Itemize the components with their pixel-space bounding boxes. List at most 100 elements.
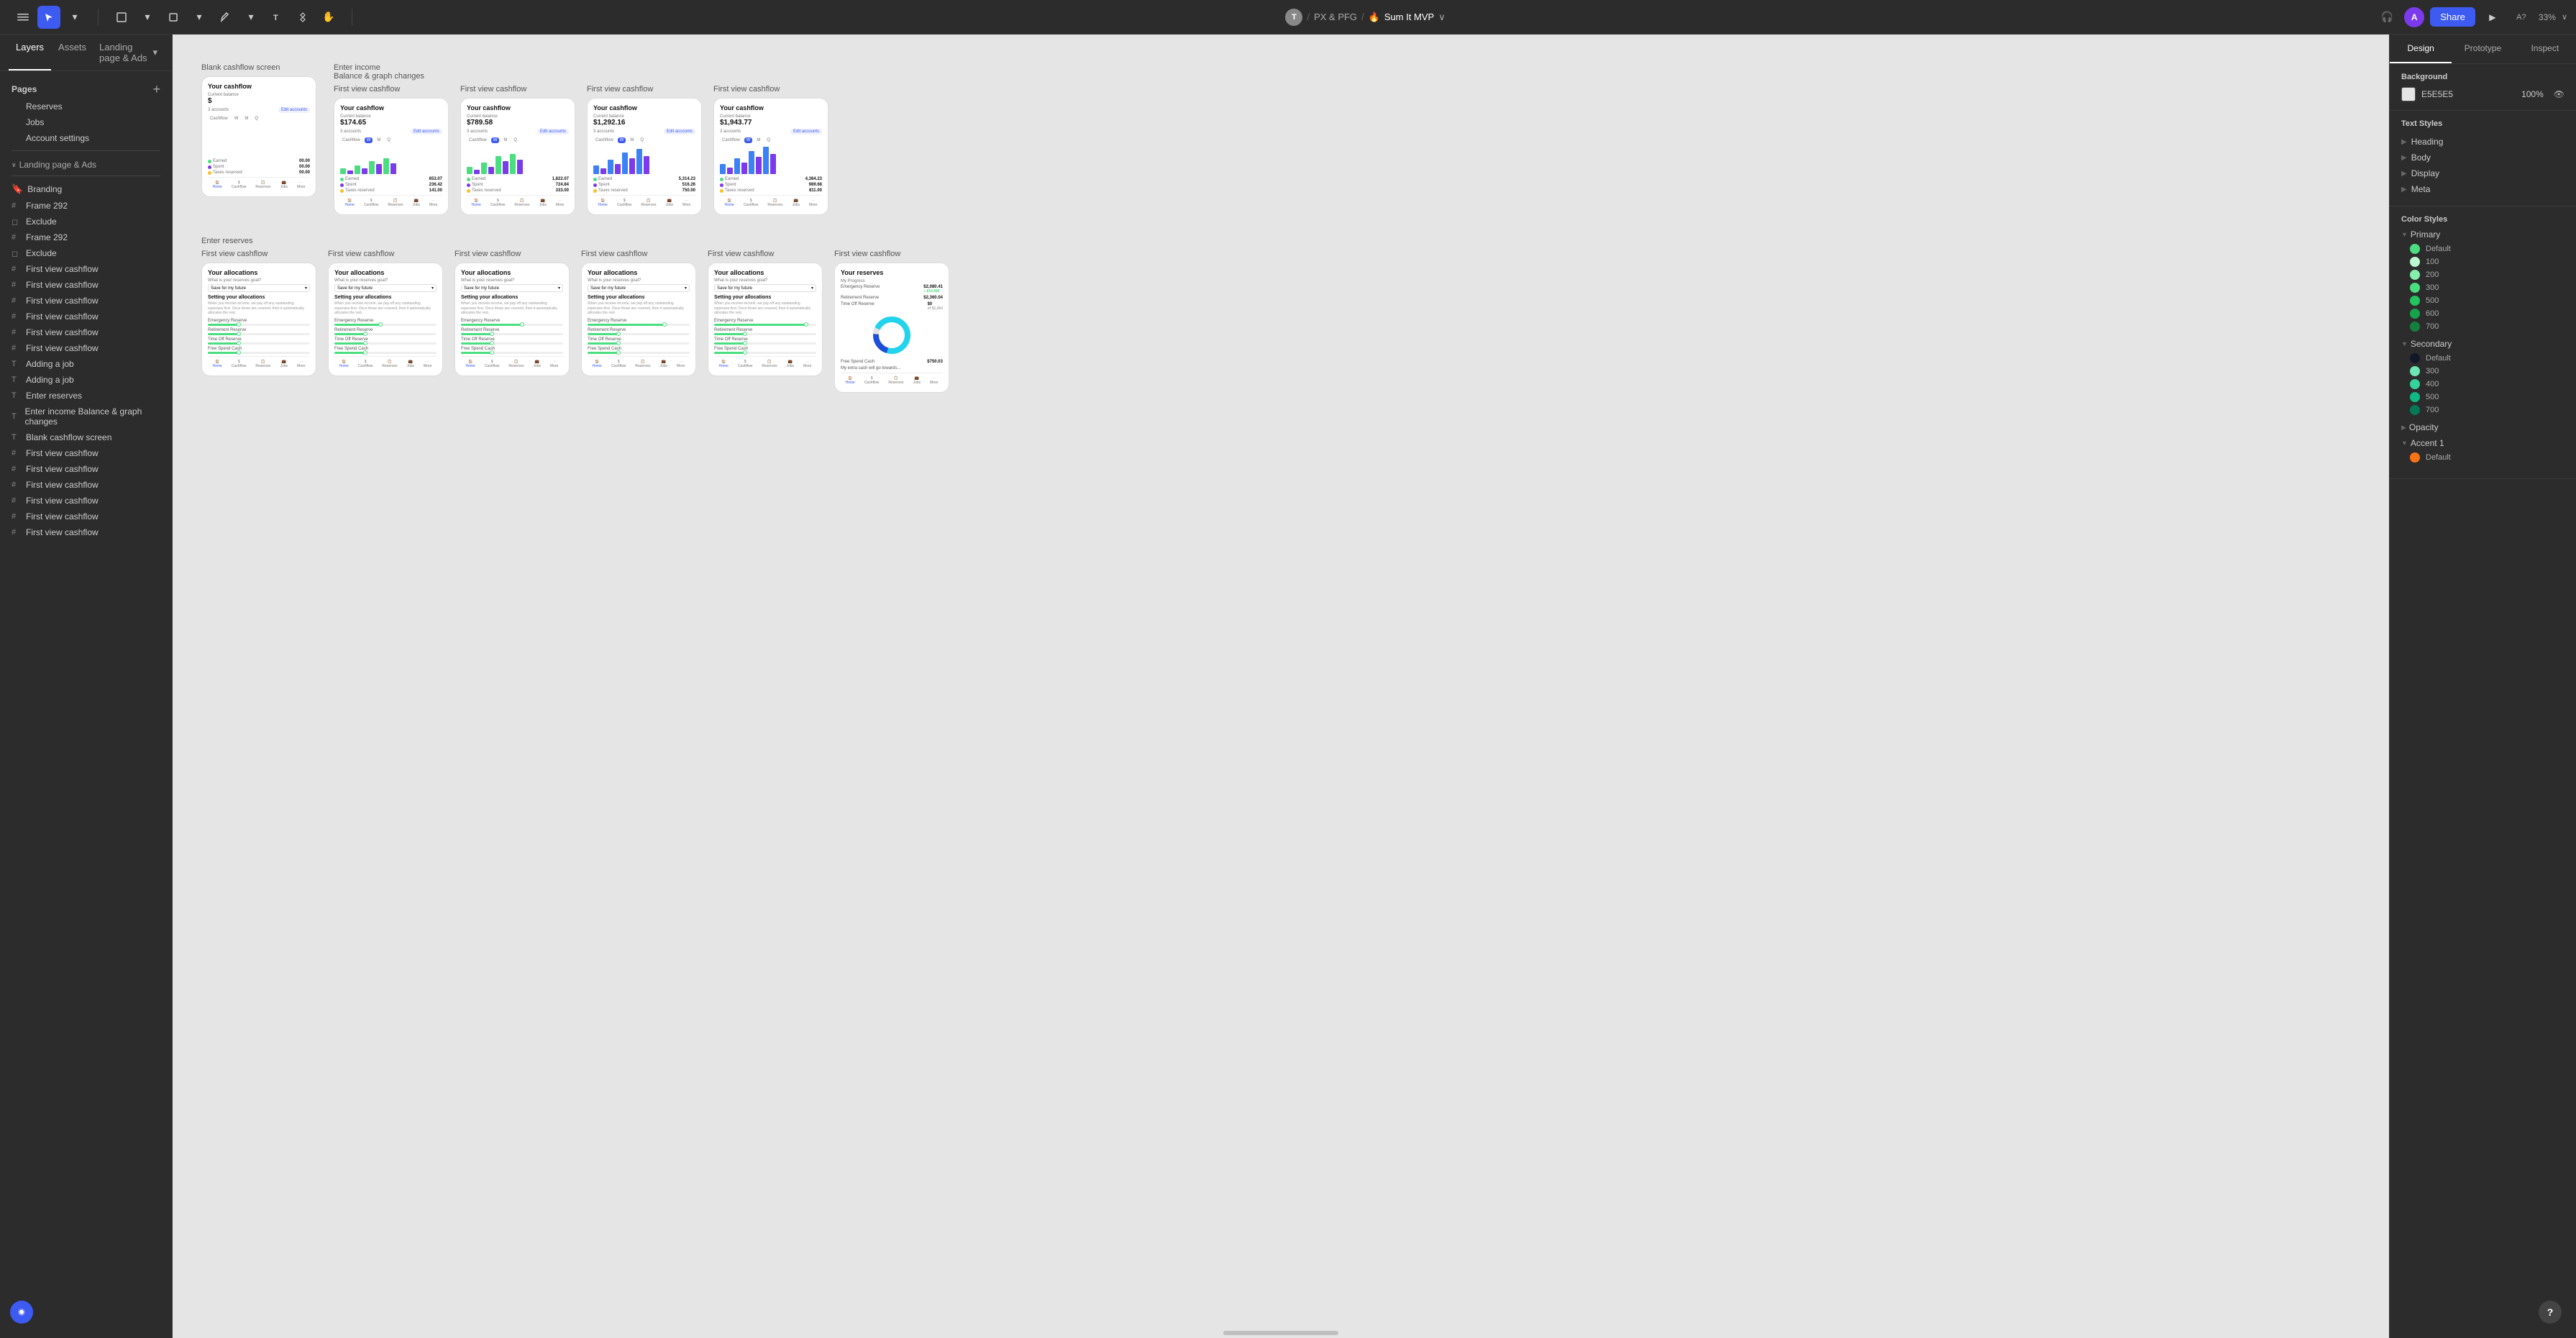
color-secondary-400[interactable]: 400 <box>2401 378 2564 391</box>
text-style-body[interactable]: ▶ Body <box>2401 150 2564 165</box>
phone-4[interactable]: Your cashflow Current balance $1,943.77 … <box>713 98 828 215</box>
color-primary-500[interactable]: 500 <box>2401 294 2564 307</box>
accent1-color-group: ▼ Accent 1 Default <box>2401 438 2564 464</box>
reserves-frame-section-label: First view cashflow <box>834 250 949 258</box>
hand-tool[interactable]: ✋ <box>317 6 340 29</box>
layer-item[interactable]: # First view cashflow <box>0 277 172 293</box>
color-primary-300[interactable]: 300 <box>2401 281 2564 294</box>
text-style-display[interactable]: ▶ Display <box>2401 165 2564 181</box>
video-record-button[interactable] <box>10 1301 33 1324</box>
menu-button[interactable] <box>12 6 35 29</box>
branding-item[interactable]: 🔖 Branding <box>0 181 172 198</box>
page-selector[interactable]: Landing page & Ads ▾ <box>93 35 163 70</box>
landing-page-group[interactable]: ∨ Landing page & Ads <box>0 155 172 171</box>
text-tool[interactable]: T <box>265 6 288 29</box>
assets-tab[interactable]: Assets <box>51 35 93 70</box>
phone-1[interactable]: Your cashflow Current balance $174.65 3 … <box>334 98 449 215</box>
color-secondary-default[interactable]: Default <box>2401 352 2564 365</box>
phone-alloc-5[interactable]: Your allocations What is your reserves g… <box>708 263 823 376</box>
present-button[interactable]: A? <box>2510 6 2533 29</box>
reserves-frame: First view cashflow Your reserves My Pro… <box>834 250 949 393</box>
layer-item[interactable]: # First view cashflow <box>0 524 172 540</box>
layer-item[interactable]: T Enter reserves <box>0 388 172 404</box>
headphone-icon[interactable]: 🎧 <box>2375 6 2398 29</box>
canvas-area[interactable]: Blank cashflow screen Your cashflow Curr… <box>173 35 2389 1338</box>
select-dropdown[interactable]: ▾ <box>63 6 86 29</box>
color-secondary-300[interactable]: 300 <box>2401 365 2564 378</box>
help-button[interactable]: ? <box>2539 1301 2562 1324</box>
tab-design[interactable]: Design <box>2390 35 2452 63</box>
secondary-group-header[interactable]: ▼ Secondary <box>2401 339 2564 349</box>
phone-2[interactable]: Your cashflow Current balance $789.58 3 … <box>460 98 575 215</box>
color-secondary-500[interactable]: 500 <box>2401 391 2564 404</box>
opacity-group-header[interactable]: ▶ Opacity <box>2401 422 2564 432</box>
phone-blank-cashflow[interactable]: Your cashflow Current balance $ 3 accoun… <box>201 76 316 197</box>
play-button[interactable]: ▶ <box>2481 6 2504 29</box>
layer-item[interactable]: T Blank cashflow screen <box>0 429 172 445</box>
layer-item[interactable]: T Adding a job <box>0 372 172 388</box>
primary-group-header[interactable]: ▼ Primary <box>2401 229 2564 240</box>
layer-item[interactable]: ◻ Exclude <box>0 245 172 261</box>
user-profile-avatar[interactable]: A <box>2404 7 2424 27</box>
layer-item[interactable]: # Frame 292 <box>0 229 172 245</box>
frame4-label: First view cashflow <box>713 85 828 94</box>
color-primary-200[interactable]: 200 <box>2401 268 2564 281</box>
accent1-group-header[interactable]: ▼ Accent 1 <box>2401 438 2564 448</box>
color-primary-600[interactable]: 600 <box>2401 307 2564 320</box>
page-reserves[interactable]: Reserves <box>0 99 172 114</box>
layer-item[interactable]: # First view cashflow <box>0 493 172 509</box>
secondary-700-dot <box>2410 405 2420 415</box>
phone-3[interactable]: Your cashflow Current balance $1,292.16 … <box>587 98 702 215</box>
layer-item[interactable]: T Enter income Balance & graph changes <box>0 404 172 429</box>
layer-item[interactable]: # First view cashflow <box>0 324 172 340</box>
page-jobs[interactable]: Jobs <box>0 114 172 130</box>
page-account-settings[interactable]: Account settings <box>0 130 172 146</box>
layer-item[interactable]: # First view cashflow <box>0 261 172 277</box>
phone-alloc-1[interactable]: Your allocations What is your reserves g… <box>201 263 316 376</box>
color-accent1-default[interactable]: Default <box>2401 451 2564 464</box>
text-style-heading[interactable]: ▶ Heading <box>2401 134 2564 150</box>
shape-dropdown[interactable]: ▾ <box>188 6 211 29</box>
frame-tool[interactable] <box>110 6 133 29</box>
select-tool[interactable] <box>37 6 60 29</box>
dropdown-chevron[interactable]: ∨ <box>1438 12 1445 23</box>
component-tool[interactable] <box>291 6 314 29</box>
layer-item[interactable]: # First view cashflow <box>0 445 172 461</box>
layer-item[interactable]: # First view cashflow <box>0 509 172 524</box>
pen-dropdown[interactable]: ▾ <box>239 6 262 29</box>
phone-alloc-2[interactable]: Your allocations What is your reserves g… <box>328 263 443 376</box>
layers-tab[interactable]: Layers <box>9 35 51 70</box>
frame-dropdown[interactable]: ▾ <box>136 6 159 29</box>
visibility-toggle[interactable]: 👁 <box>2554 89 2564 99</box>
bg-color-swatch[interactable] <box>2401 87 2416 101</box>
color-styles-title: Color Styles <box>2401 215 2564 224</box>
text-style-meta[interactable]: ▶ Meta <box>2401 181 2564 197</box>
zoom-level[interactable]: 33% <box>2539 12 2556 22</box>
meta-style-label: Meta <box>2411 184 2431 194</box>
display-style-label: Display <box>2411 168 2439 178</box>
add-page-button[interactable]: + <box>152 83 160 96</box>
color-primary-default[interactable]: Default <box>2401 242 2564 255</box>
phone-alloc-3[interactable]: Your allocations What is your reserves g… <box>455 263 570 376</box>
canvas-scrollbar[interactable] <box>1223 1331 1338 1335</box>
phone-reserves[interactable]: Your reserves My Progress Emergency Rese… <box>834 263 949 393</box>
layer-item[interactable]: # First view cashflow <box>0 309 172 324</box>
layer-item[interactable]: # First view cashflow <box>0 340 172 356</box>
layer-item[interactable]: T Adding a job <box>0 356 172 372</box>
color-primary-700[interactable]: 700 <box>2401 320 2564 333</box>
share-button[interactable]: Share <box>2430 7 2475 27</box>
exclude-item[interactable]: ◻ Exclude <box>0 214 172 229</box>
color-secondary-700[interactable]: 700 <box>2401 404 2564 417</box>
phone-alloc-4[interactable]: Your allocations What is your reserves g… <box>581 263 696 376</box>
layer-item[interactable]: # First view cashflow <box>0 477 172 493</box>
zoom-dropdown[interactable]: ∨ <box>2562 12 2567 22</box>
tab-inspect[interactable]: Inspect <box>2514 35 2576 63</box>
primary-300-dot <box>2410 283 2420 293</box>
layer-item[interactable]: # First view cashflow <box>0 461 172 477</box>
color-primary-100[interactable]: 100 <box>2401 255 2564 268</box>
pen-tool[interactable] <box>214 6 237 29</box>
shape-tool[interactable] <box>162 6 185 29</box>
tab-prototype[interactable]: Prototype <box>2452 35 2513 63</box>
layer-item[interactable]: # First view cashflow <box>0 293 172 309</box>
frame292-item[interactable]: # Frame 292 <box>0 198 172 214</box>
